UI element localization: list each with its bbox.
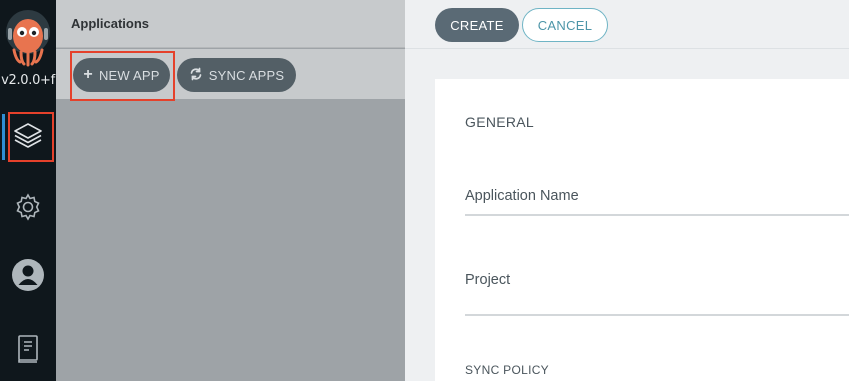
panel-toolbar: CREATE CANCEL bbox=[405, 0, 849, 49]
nav-documentation[interactable] bbox=[0, 326, 56, 376]
plus-icon: + bbox=[83, 66, 93, 83]
application-name-field[interactable]: Application Name bbox=[465, 188, 579, 204]
sync-policy-heading: SYNC POLICY bbox=[465, 363, 549, 377]
page-title: Applications bbox=[71, 16, 150, 31]
active-indicator bbox=[2, 114, 5, 160]
nav-rail: v2.0.0+f bbox=[0, 0, 56, 381]
user-icon bbox=[11, 258, 45, 297]
applications-header: Applications bbox=[56, 0, 405, 48]
argo-logo[interactable] bbox=[4, 8, 52, 68]
gear-icon bbox=[13, 192, 43, 227]
new-app-button[interactable]: + NEW APP bbox=[73, 58, 170, 92]
docs-icon bbox=[15, 334, 41, 369]
new-app-label: NEW APP bbox=[98, 67, 160, 83]
version-label: v2.0.0+f bbox=[1, 73, 55, 88]
highlight-box bbox=[8, 112, 54, 162]
create-app-panel: CREATE CANCEL GENERAL Application Name P… bbox=[405, 0, 849, 381]
general-heading: GENERAL bbox=[465, 114, 535, 130]
sync-apps-button[interactable]: SYNC APPS bbox=[177, 58, 296, 92]
create-button[interactable]: CREATE bbox=[435, 8, 519, 42]
project-field[interactable]: Project bbox=[465, 272, 510, 288]
application-name-underline bbox=[465, 214, 849, 216]
refresh-icon bbox=[189, 67, 203, 84]
project-underline bbox=[465, 314, 849, 316]
sync-apps-label: SYNC APPS bbox=[208, 67, 285, 83]
applications-pane: Applications + NEW APP SYNC APPS bbox=[56, 0, 405, 381]
applications-toolbar: + NEW APP SYNC APPS bbox=[56, 49, 405, 101]
cancel-button[interactable]: CANCEL bbox=[522, 8, 608, 42]
nav-user-info[interactable] bbox=[0, 252, 56, 302]
nav-applications[interactable] bbox=[0, 112, 56, 162]
nav-settings[interactable] bbox=[0, 184, 56, 234]
form-card: GENERAL Application Name Project SYNC PO… bbox=[435, 79, 849, 381]
